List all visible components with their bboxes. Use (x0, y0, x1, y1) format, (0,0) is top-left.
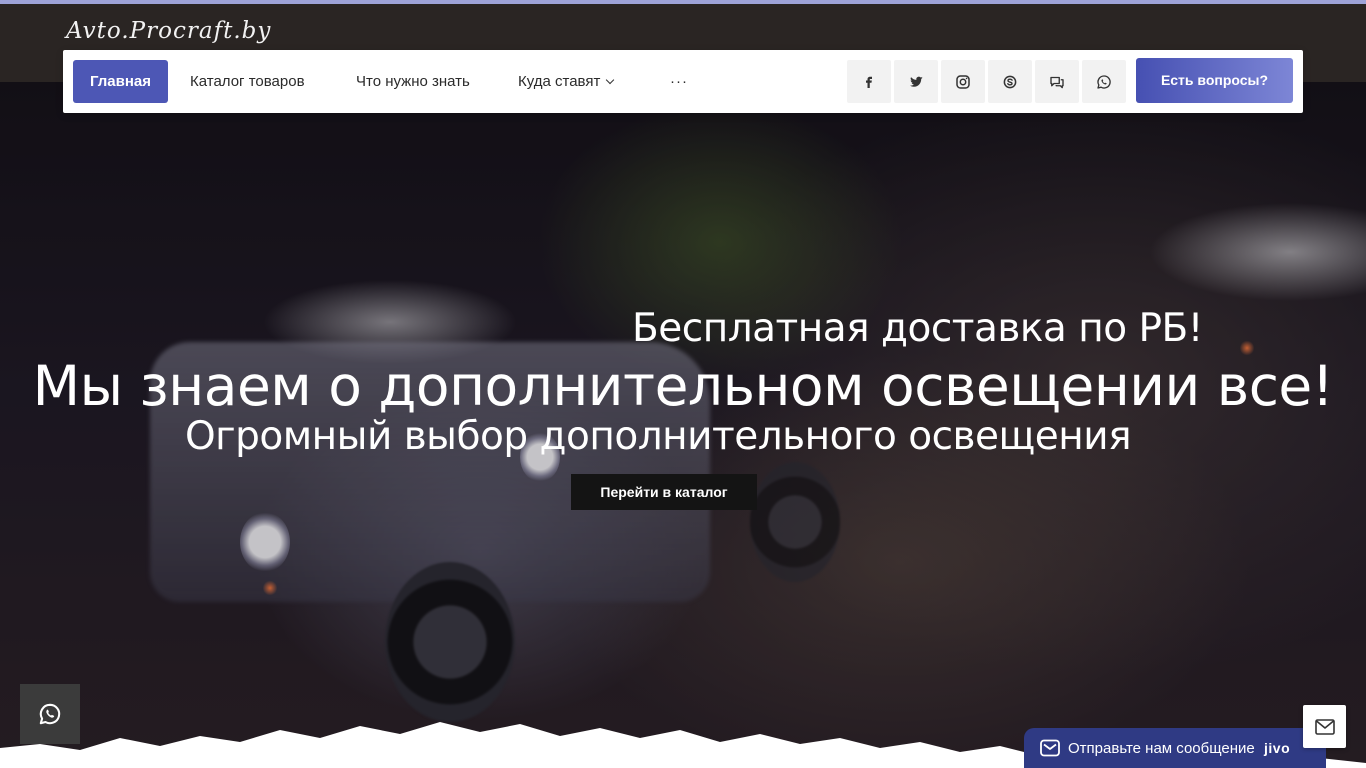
whatsapp-icon (39, 703, 61, 725)
facebook-icon (866, 76, 872, 88)
twitter-icon (910, 76, 923, 87)
hero-headline: Мы знаем о дополнительном освещении все! (32, 354, 1334, 418)
skype-button[interactable] (988, 60, 1032, 103)
site-logo[interactable]: Avto.Procraft.by (66, 18, 271, 44)
instagram-icon (956, 74, 970, 89)
go-to-catalog-button[interactable]: Перейти в каталог (571, 474, 757, 510)
whatsapp-button[interactable] (1082, 60, 1126, 103)
twitter-button[interactable] (894, 60, 938, 103)
chat-button[interactable] (1035, 60, 1079, 103)
hero-delivery-text: Бесплатная доставка по РБ! (632, 306, 1203, 351)
contact-mail-button[interactable] (1303, 705, 1346, 748)
nav-item-where-installed[interactable]: Куда ставят (518, 60, 615, 103)
instagram-button[interactable] (941, 60, 985, 103)
skype-icon (1003, 75, 1017, 88)
nav-item-home[interactable]: Главная (73, 60, 169, 103)
nav-item-label: Куда ставят (518, 73, 601, 90)
jivo-prompt-text: Отправьте нам сообщение (1068, 740, 1255, 757)
nav-item-need-to-know[interactable]: Что нужно знать (356, 60, 470, 103)
jivo-logo: jivo (1264, 740, 1291, 756)
nav-item-catalog[interactable]: Каталог товаров (190, 60, 305, 103)
facebook-button[interactable] (847, 60, 891, 103)
whatsapp-icon (1097, 74, 1111, 89)
hero-subheadline: Огромный выбор дополнительного освещения (184, 414, 1132, 459)
ask-question-button[interactable]: Есть вопросы? (1136, 58, 1293, 103)
whatsapp-float-button[interactable] (20, 684, 80, 744)
main-navigation: Главная Каталог товаров Что нужно знать … (63, 50, 1303, 113)
chevron-down-icon (606, 75, 615, 85)
chat-icon (1050, 76, 1064, 88)
nav-more-button[interactable]: ··· (670, 60, 688, 103)
jivo-chat-widget[interactable]: Отправьте нам сообщение jivo (1024, 728, 1326, 768)
mail-icon (1314, 718, 1335, 735)
mail-icon (1040, 739, 1060, 757)
